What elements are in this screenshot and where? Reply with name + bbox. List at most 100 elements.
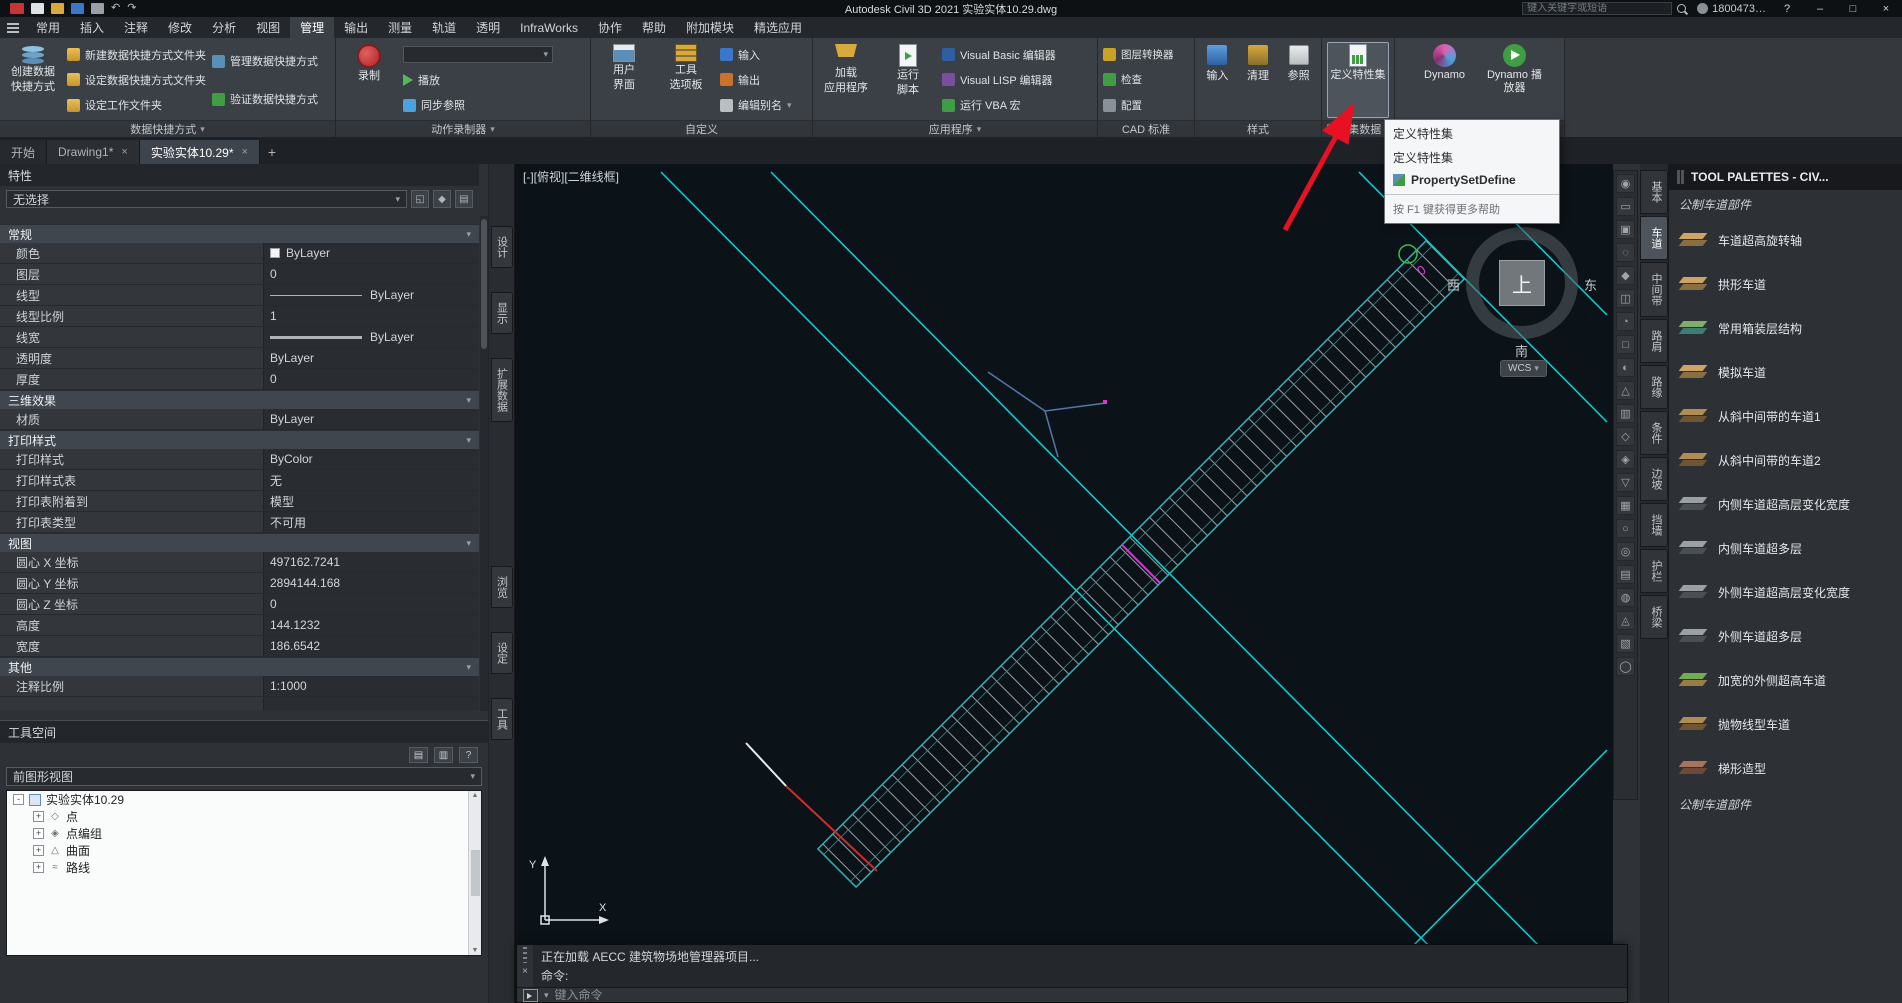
sync-references-button[interactable]: 同步参照 [403,96,553,114]
nav-toolbar-icon[interactable]: ▧ [1616,634,1635,653]
check-standards-button[interactable]: 检查 [1103,71,1174,89]
nav-toolbar-icon[interactable]: □ [1616,335,1635,354]
palette-side-tab[interactable]: 显示 [490,292,513,334]
command-input[interactable] [554,988,1621,1002]
tool-palette-item[interactable]: 模拟车道 [1669,350,1902,394]
help-icon[interactable]: ? [459,747,478,763]
new-drawing-tab-button[interactable]: + [260,140,284,164]
purge-styles-button[interactable]: 清理 [1241,42,1276,118]
dynamo-player-button[interactable]: Dynamo 播放器 [1483,42,1547,118]
scrollbar-thumb[interactable] [481,219,487,349]
tool-palettes-title[interactable]: TOOL PALETTES - CIV... [1669,164,1902,190]
properties-section-view[interactable]: 视图 ▾ [0,533,479,552]
start-tab[interactable]: 开始 [0,140,48,164]
pickadd-toggle-button[interactable]: ◱ [411,190,429,208]
tool-palette-item[interactable]: 外侧车道超高层变化宽度 [1669,570,1902,614]
app-logo-icon[interactable] [10,3,24,14]
nav-toolbar-icon[interactable]: ◈ [1616,450,1635,469]
ribbon-tab[interactable]: 常用 [26,17,70,38]
palette-side-tab[interactable]: 扩展数据 [490,358,513,422]
layer-translator-button[interactable]: 图层转换器 [1103,46,1174,64]
tool-palette-item[interactable]: 从斜中间带的车道2 [1669,438,1902,482]
scrollbar-thumb[interactable] [470,850,480,896]
panel-label-applications[interactable]: 应用程序 ▾ [813,120,1097,137]
nav-toolbar-icon[interactable]: ◯ [1616,657,1635,676]
run-vba-macro-button[interactable]: 运行 VBA 宏 [942,96,1056,114]
ribbon-tab[interactable]: 协作 [588,17,632,38]
palette-side-tab[interactable]: 设计 [490,226,513,268]
nav-toolbar-icon[interactable]: ◍ [1616,588,1635,607]
nav-toolbar-icon[interactable]: ▣ [1616,220,1635,239]
save-icon[interactable] [71,3,84,14]
properties-section-plot-style[interactable]: 打印样式 ▾ [0,430,479,449]
property-value[interactable]: ByLayer [263,327,479,347]
action-macro-combo[interactable]: ▾ [403,46,553,64]
export-customization-button[interactable]: 输出 [720,71,792,89]
palette-group-tab[interactable]: 边坡 [1640,457,1668,501]
drawing-tab[interactable]: Drawing1* × [47,140,140,164]
panel-label-customization[interactable]: 自定义 [591,120,812,137]
property-value[interactable]: 无 [263,470,479,490]
compass-east[interactable]: 东 [1584,275,1597,294]
nav-toolbar-icon[interactable]: ▽ [1616,473,1635,492]
scroll-down-icon[interactable]: ▼ [472,947,479,954]
property-value[interactable]: 模型 [263,491,479,511]
property-value[interactable]: 144.1232 [263,615,479,635]
property-value[interactable]: 1:1000 [263,676,479,696]
properties-section-3d-effects[interactable]: 三维效果 ▾ [0,390,479,409]
panel-label-action-recorder[interactable]: 动作录制器 ▾ [336,120,590,137]
tree-item[interactable]: + △ 曲面 [7,842,481,859]
ribbon-tab[interactable]: 测量 [378,17,422,38]
palette-group-tab[interactable]: 桥梁 [1640,595,1668,639]
tree-scrollbar[interactable]: ▲ ▼ [468,791,481,955]
import-customization-button[interactable]: 输入 [720,46,792,64]
view-combo[interactable]: 前图形视图 ▾ [6,767,482,786]
property-value[interactable]: 0 [263,369,479,389]
property-value[interactable]: 0 [263,264,479,284]
close-tab-icon[interactable]: × [242,146,248,158]
tool-palette-item[interactable]: 内侧车道超多层 [1669,526,1902,570]
command-window[interactable]: × 正在加载 AECC 建筑物场地管理器项目... 命令: ▾ [516,944,1628,1003]
configure-standards-button[interactable]: 配置 [1103,96,1174,114]
set-working-folder-button[interactable]: 设定工作文件夹 [67,96,206,114]
close-button[interactable]: × [1874,3,1898,15]
property-value[interactable]: ByLayer [263,285,479,305]
tool-palette-item[interactable]: 常用箱装层结构 [1669,306,1902,350]
app-menu-icon[interactable] [0,17,26,38]
ribbon-tab[interactable]: 附加模块 [676,17,744,38]
ribbon-tab[interactable]: 修改 [158,17,202,38]
white-alignment-segment[interactable] [745,742,787,787]
reference-styles-button[interactable]: 参照 [1281,42,1316,118]
ribbon-tab[interactable]: 精选应用 [744,17,812,38]
ribbon-tab[interactable]: 插入 [70,17,114,38]
ribbon-tab[interactable]: 管理 [290,17,335,38]
grip-dots-icon[interactable] [523,947,527,963]
wcs-selector[interactable]: WCS ▾ [1500,360,1547,377]
tool-palette-item[interactable]: 加宽的外侧超高车道 [1669,658,1902,702]
record-button[interactable]: 录制 [341,42,397,118]
properties-section-misc[interactable]: 其他 ▾ [0,657,479,676]
drawing-tab[interactable]: 实验实体10.29* × [139,140,260,164]
selection-combo[interactable]: 无选择 ▾ [6,190,407,208]
minimize-button[interactable]: – [1808,3,1832,15]
expand-icon[interactable]: + [33,828,44,839]
define-property-sets-button[interactable]: 定义特性集 [1327,42,1389,118]
nav-toolbar-icon[interactable]: ▤ [1616,565,1635,584]
tool-palette-item[interactable]: 从斜中间带的车道1 [1669,394,1902,438]
toolspace-toolbar-icon[interactable]: ▥ [434,747,453,763]
quick-select-button[interactable]: ▤ [455,190,473,208]
expand-icon[interactable]: + [33,862,44,873]
nav-toolbar-icon[interactable]: ▦ [1616,496,1635,515]
tool-palette-item[interactable]: 外侧车道超多层 [1669,614,1902,658]
compass-west[interactable]: 西 [1447,275,1460,294]
run-script-button[interactable]: 运行 脚本 [880,42,936,118]
ribbon-tab[interactable]: 透明 [466,17,510,38]
tree-root[interactable]: - 实验实体10.29 [7,791,481,808]
ribbon-tab[interactable]: 帮助 [632,17,676,38]
view-cube[interactable]: 上 西 东 南 [1447,227,1597,359]
viewport-controls-label[interactable]: [-][俯视][二维线框] [523,168,619,185]
palette-group-tab[interactable]: 护栏 [1640,549,1668,593]
manage-data-shortcuts-button[interactable]: 管理数据快捷方式 [212,52,318,70]
property-value[interactable]: ByColor [263,449,479,469]
tool-palette-item[interactable]: 梯形造型 [1669,746,1902,790]
